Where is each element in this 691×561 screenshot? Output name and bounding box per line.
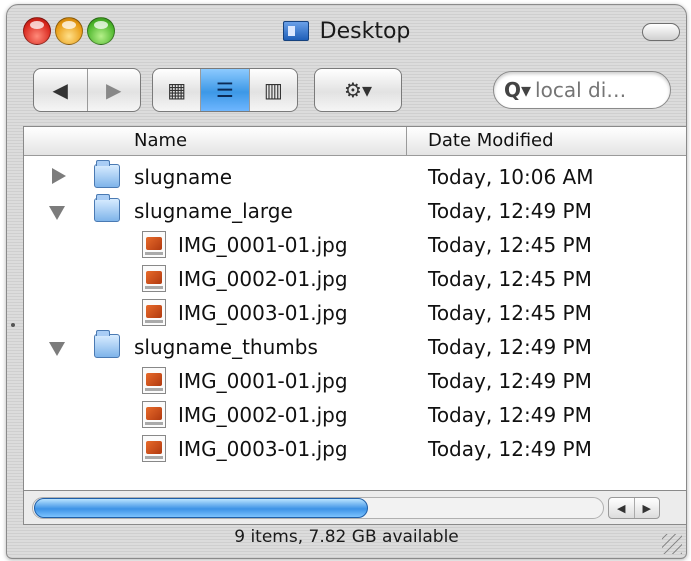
- row-name: IMG_0002-01.jpg: [178, 403, 348, 427]
- window-title: Desktop: [319, 19, 411, 44]
- view-mode-control: ▦ ☰ ▥: [152, 68, 298, 112]
- action-menu-button[interactable]: ⚙▾: [314, 68, 402, 112]
- folder-icon: [94, 194, 120, 222]
- column-header-name[interactable]: Name: [134, 130, 187, 151]
- row-date: Today, 10:06 AM: [428, 165, 594, 189]
- row-date: Today, 12:49 PM: [428, 403, 592, 427]
- window-edge-dot: [11, 323, 15, 327]
- scrollbar-thumb[interactable]: [34, 498, 368, 518]
- list-row-file[interactable]: IMG_0003-01.jpg Today, 12:49 PM: [24, 432, 686, 466]
- disclosure-triangle-expanded-icon[interactable]: [49, 342, 65, 356]
- search-input[interactable]: [535, 78, 656, 102]
- horizontal-scrollbar[interactable]: ◀ ▶: [23, 491, 686, 525]
- column-header-date-modified[interactable]: Date Modified: [428, 130, 554, 151]
- forward-arrow-icon: ▶: [106, 78, 122, 102]
- column-divider[interactable]: [406, 127, 407, 155]
- disclosure-triangle-collapsed-icon[interactable]: [52, 168, 66, 184]
- icon-view-button[interactable]: ▦: [153, 69, 200, 111]
- row-name: slugname_thumbs: [134, 335, 318, 359]
- list-row-folder[interactable]: slugname_thumbs Today, 12:49 PM: [24, 330, 686, 364]
- row-date: Today, 12:49 PM: [428, 335, 592, 359]
- list-row-folder[interactable]: slugname_large Today, 12:49 PM: [24, 194, 686, 228]
- row-name: slugname: [134, 165, 233, 189]
- row-name: IMG_0001-01.jpg: [178, 233, 348, 257]
- forward-button[interactable]: ▶: [86, 69, 141, 111]
- row-name: IMG_0001-01.jpg: [178, 369, 348, 393]
- row-name: slugname_large: [134, 199, 293, 223]
- list-view-icon: ☰: [216, 78, 234, 102]
- finder-window: Desktop ◀ ▶ ▦ ☰ ▥ ⚙▾ Q▾ Name Date Modifi…: [6, 4, 687, 559]
- row-date: Today, 12:45 PM: [428, 267, 592, 291]
- resize-grip-icon[interactable]: [662, 534, 682, 554]
- jpg-file-icon: [142, 299, 166, 326]
- jpg-file-icon: [142, 401, 166, 428]
- folder-icon: [94, 330, 120, 358]
- row-date: Today, 12:49 PM: [428, 437, 592, 461]
- desktop-folder-icon: [282, 21, 309, 41]
- column-header-row: Name Date Modified: [24, 127, 686, 156]
- list-row-file[interactable]: IMG_0001-01.jpg Today, 12:45 PM: [24, 228, 686, 262]
- list-row-file[interactable]: IMG_0002-01.jpg Today, 12:45 PM: [24, 262, 686, 296]
- jpg-file-icon: [142, 435, 166, 462]
- folder-icon: [94, 160, 120, 188]
- gear-icon: ⚙▾: [344, 78, 372, 102]
- row-date: Today, 12:45 PM: [428, 301, 592, 325]
- scroll-left-button[interactable]: ◀: [609, 498, 634, 518]
- search-icon[interactable]: Q▾: [504, 78, 531, 102]
- disclosure-triangle-expanded-icon[interactable]: [49, 206, 65, 220]
- list-row-file[interactable]: IMG_0001-01.jpg Today, 12:49 PM: [24, 364, 686, 398]
- row-date: Today, 12:45 PM: [428, 233, 592, 257]
- scroll-right-button[interactable]: ▶: [633, 498, 660, 518]
- row-name: IMG_0002-01.jpg: [178, 267, 348, 291]
- scroll-arrows: ◀ ▶: [608, 497, 660, 519]
- list-row-file[interactable]: IMG_0003-01.jpg Today, 12:45 PM: [24, 296, 686, 330]
- column-view-icon: ▥: [263, 78, 283, 102]
- back-button[interactable]: ◀: [34, 69, 87, 111]
- scroll-right-icon: ▶: [642, 501, 651, 515]
- jpg-file-icon: [142, 265, 166, 292]
- file-list: Name Date Modified slugname Today, 10:06…: [23, 126, 686, 491]
- back-arrow-icon: ◀: [52, 78, 68, 102]
- toolbar-toggle-button[interactable]: [642, 23, 680, 41]
- list-row-file[interactable]: IMG_0002-01.jpg Today, 12:49 PM: [24, 398, 686, 432]
- window-title-bar: Desktop: [7, 19, 686, 44]
- row-date: Today, 12:49 PM: [428, 199, 592, 223]
- scroll-left-icon: ◀: [617, 501, 626, 515]
- row-name: IMG_0003-01.jpg: [178, 301, 348, 325]
- icon-view-icon: ▦: [167, 78, 187, 102]
- list-view-button[interactable]: ☰: [200, 69, 249, 111]
- column-view-button[interactable]: ▥: [248, 69, 297, 111]
- back-forward-control: ◀ ▶: [33, 68, 141, 112]
- row-name: IMG_0003-01.jpg: [178, 437, 348, 461]
- status-bar-text: 9 items, 7.82 GB available: [234, 527, 459, 547]
- row-date: Today, 12:49 PM: [428, 369, 592, 393]
- jpg-file-icon: [142, 367, 166, 394]
- search-field[interactable]: Q▾: [493, 71, 671, 109]
- jpg-file-icon: [142, 231, 166, 258]
- list-row-folder[interactable]: slugname Today, 10:06 AM: [24, 160, 686, 194]
